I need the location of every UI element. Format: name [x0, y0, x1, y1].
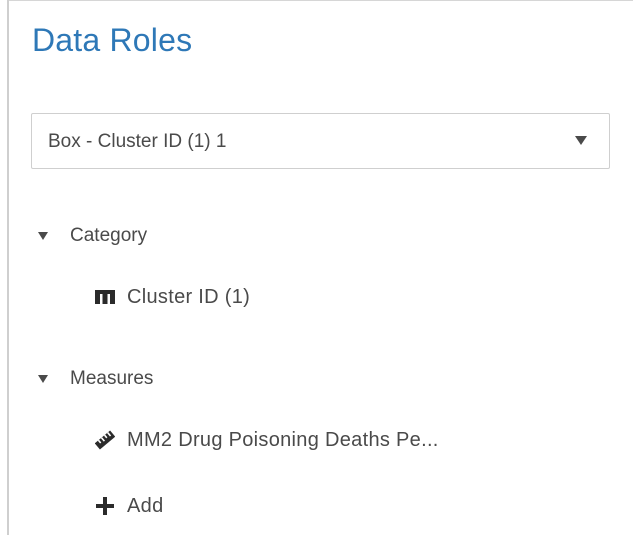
- category-item[interactable]: Cluster ID (1): [95, 281, 250, 313]
- plus-icon: [95, 496, 115, 516]
- object-select[interactable]: Box - Cluster ID (1) 1: [31, 113, 610, 169]
- panel-left-border: [7, 0, 9, 535]
- add-measure-button[interactable]: Add: [95, 490, 164, 522]
- object-select-value: Box - Cluster ID (1) 1: [48, 131, 227, 152]
- chevron-down-icon: [575, 136, 587, 145]
- panel-top-border: [8, 0, 633, 9]
- add-measure-label: Add: [127, 494, 164, 517]
- measures-section-toggle[interactable]: Measures: [38, 364, 153, 394]
- panel-title: Data Roles: [32, 22, 193, 58]
- data-roles-panel: Data Roles Box - Cluster ID (1) 1 Catego…: [0, 0, 633, 535]
- collapse-triangle-icon: [38, 375, 48, 383]
- measures-section-label: Measures: [70, 368, 154, 389]
- category-icon: [95, 287, 115, 307]
- measure-item[interactable]: MM2 Drug Poisoning Deaths Pe...: [95, 424, 439, 456]
- category-section-label: Category: [70, 225, 148, 246]
- measure-item-label: MM2 Drug Poisoning Deaths Pe...: [127, 428, 439, 451]
- category-section-toggle[interactable]: Category: [38, 221, 147, 251]
- category-item-label: Cluster ID (1): [127, 285, 251, 308]
- measure-ruler-icon: [95, 430, 115, 450]
- collapse-triangle-icon: [38, 232, 48, 240]
